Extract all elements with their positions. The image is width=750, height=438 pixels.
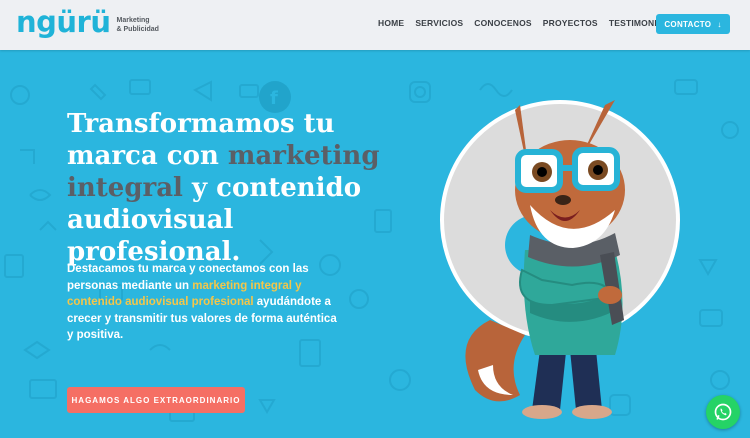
nav-item-home[interactable]: HOME [378, 18, 404, 28]
logo-tagline-line2: & Publicidad [116, 26, 159, 33]
arrow-down-icon: ↓ [717, 19, 722, 29]
nav-item-proyectos[interactable]: PROYECTOS [543, 18, 598, 28]
nav-item-conocenos[interactable]: CONOCENOS [474, 18, 532, 28]
logo-wordmark: ngürü [16, 5, 111, 39]
fox-mascot-illustration [440, 100, 680, 419]
hero-description: Destacamos tu marca y conectamos con las… [67, 261, 345, 344]
cta-button-label: HAGAMOS ALGO EXTRAORDINARIO [71, 395, 241, 405]
logo-tagline-line1: Marketing [116, 17, 150, 24]
whatsapp-button[interactable] [706, 395, 740, 429]
logo-tagline: Marketing & Publicidad [117, 10, 159, 34]
svg-text:f: f [270, 88, 278, 109]
cta-button[interactable]: HAGAMOS ALGO EXTRAORDINARIO [67, 387, 245, 413]
main-nav: HOME SERVICIOS CONOCENOS PROYECTOS TESTI… [378, 18, 681, 28]
contact-button-label: CONTACTO [664, 19, 712, 29]
nav-item-servicios[interactable]: SERVICIOS [415, 18, 463, 28]
site-header: ngürü Marketing & Publicidad HOME SERVIC… [0, 0, 750, 50]
contact-button[interactable]: CONTACTO ↓ [656, 14, 730, 34]
hero-title: Transformamos tu marca con marketing int… [67, 108, 407, 268]
whatsapp-icon [714, 403, 732, 421]
brand-logo[interactable]: ngürü Marketing & Publicidad [16, 6, 159, 38]
